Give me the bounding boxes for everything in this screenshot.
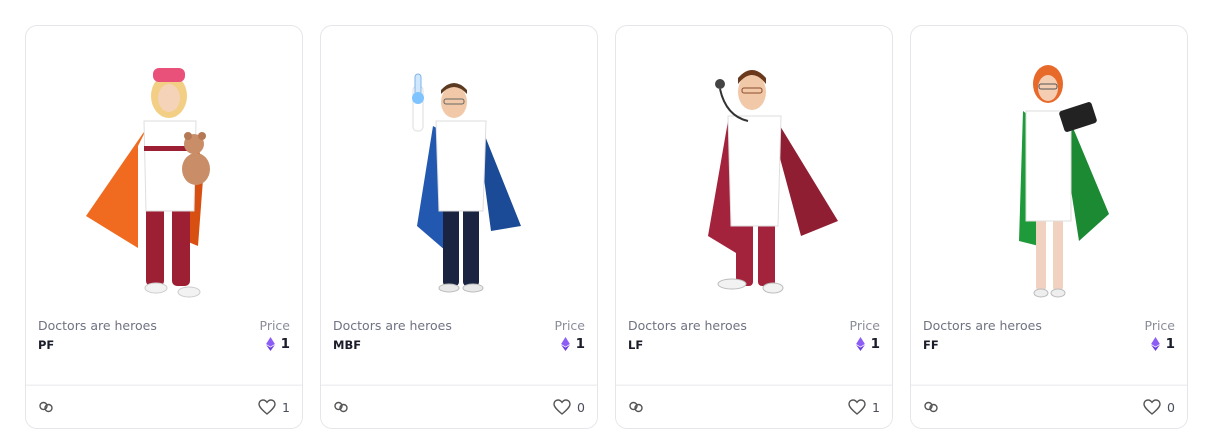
collection-name[interactable]: Doctors are heroes xyxy=(923,318,1042,333)
nft-info: Doctors are heroes Price FF 1 xyxy=(923,318,1175,352)
link-icon[interactable] xyxy=(38,401,54,413)
nft-name[interactable]: FF xyxy=(923,338,939,352)
ethereum-icon xyxy=(1150,337,1160,351)
link-icon[interactable] xyxy=(923,401,939,413)
like-button[interactable]: 0 xyxy=(553,399,585,415)
collection-name[interactable]: Doctors are heroes xyxy=(333,318,452,333)
heart-icon xyxy=(848,399,866,415)
like-button[interactable]: 1 xyxy=(258,399,290,415)
like-count: 1 xyxy=(282,399,290,415)
nft-card[interactable]: Doctors are heroes Price FF 1 0 xyxy=(910,25,1188,429)
price-amount: 1 xyxy=(575,336,585,352)
card-footer: 1 xyxy=(26,385,302,428)
price-label: Price xyxy=(849,318,881,333)
price-label: Price xyxy=(259,318,291,333)
heart-icon xyxy=(1143,399,1161,415)
ethereum-icon xyxy=(560,337,570,351)
nft-image[interactable] xyxy=(321,26,597,326)
like-count: 0 xyxy=(1167,399,1175,415)
link-icon[interactable] xyxy=(333,401,349,413)
price-label: Price xyxy=(554,318,586,333)
like-count: 1 xyxy=(872,399,880,415)
price-value: 1 xyxy=(855,336,880,352)
doctor-hero-illustration-mbf xyxy=(412,73,521,293)
price-label: Price xyxy=(1144,318,1176,333)
ethereum-icon xyxy=(265,337,275,351)
nft-card[interactable]: Doctors are heroes Price LF 1 1 xyxy=(615,25,893,429)
nft-name[interactable]: MBF xyxy=(333,338,361,352)
like-button[interactable]: 1 xyxy=(848,399,880,415)
card-footer: 0 xyxy=(911,385,1187,428)
nft-name[interactable]: LF xyxy=(628,338,643,352)
heart-icon xyxy=(258,399,276,415)
collection-name[interactable]: Doctors are heroes xyxy=(628,318,747,333)
nft-name[interactable]: PF xyxy=(38,338,54,352)
nft-image[interactable] xyxy=(616,26,892,326)
nft-card[interactable]: Doctors are heroes Price MBF 1 0 xyxy=(320,25,598,429)
price-amount: 1 xyxy=(1165,336,1175,352)
price-amount: 1 xyxy=(280,336,290,352)
card-footer: 1 xyxy=(616,385,892,428)
nft-image[interactable] xyxy=(26,26,302,326)
nft-info: Doctors are heroes Price MBF 1 xyxy=(333,318,585,352)
card-footer: 0 xyxy=(321,385,597,428)
nft-card-grid: Doctors are heroes Price PF 1 1 Doctors … xyxy=(25,25,1188,429)
nft-card[interactable]: Doctors are heroes Price PF 1 1 xyxy=(25,25,303,429)
heart-icon xyxy=(553,399,571,415)
nft-info: Doctors are heroes Price PF 1 xyxy=(38,318,290,352)
doctor-hero-illustration-ff xyxy=(1019,65,1109,298)
price-value: 1 xyxy=(265,336,290,352)
ethereum-icon xyxy=(855,337,865,351)
like-button[interactable]: 0 xyxy=(1143,399,1175,415)
price-value: 1 xyxy=(1150,336,1175,352)
link-icon[interactable] xyxy=(628,401,644,413)
nft-info: Doctors are heroes Price LF 1 xyxy=(628,318,880,352)
like-count: 0 xyxy=(577,399,585,415)
doctor-hero-illustration-lf xyxy=(708,70,838,294)
price-amount: 1 xyxy=(870,336,880,352)
nft-image[interactable] xyxy=(911,26,1187,326)
price-value: 1 xyxy=(560,336,585,352)
collection-name[interactable]: Doctors are heroes xyxy=(38,318,157,333)
doctor-hero-illustration-pf xyxy=(86,68,210,298)
